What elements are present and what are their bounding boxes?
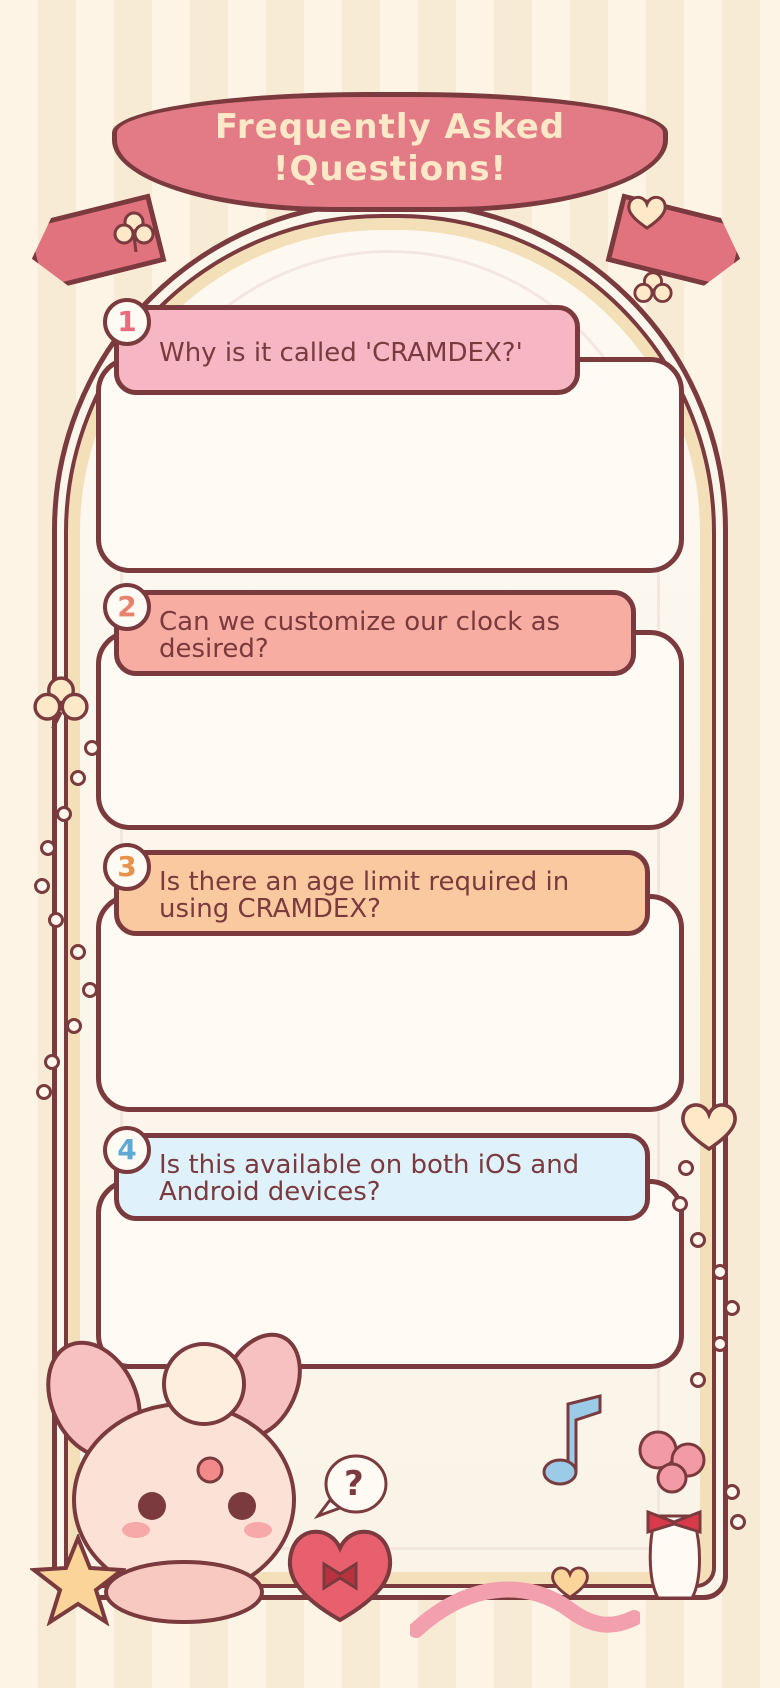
- faq-item-3[interactable]: 3 Is there an age limit required in usin…: [96, 843, 684, 1112]
- bead: [84, 740, 100, 756]
- faq-number-1: 1: [103, 298, 151, 346]
- bead: [690, 1232, 706, 1248]
- faq-question-text: Why is it called 'CRAMDEX?': [159, 338, 523, 368]
- faq-item-2[interactable]: 2 Can we customize our clock as desired?: [96, 583, 684, 830]
- bead: [730, 1514, 746, 1530]
- bead: [48, 912, 64, 928]
- faq-question-1[interactable]: 1 Why is it called 'CRAMDEX?': [103, 298, 580, 395]
- bead: [34, 878, 50, 894]
- faq-item-1[interactable]: 1 Why is it called 'CRAMDEX?': [96, 298, 684, 573]
- bead: [712, 1264, 728, 1280]
- faq-question-2[interactable]: 2 Can we customize our clock as desired?: [103, 583, 636, 676]
- faq-question-text: Is there an age limit required in using …: [159, 867, 570, 924]
- faq-question-text: Can we customize our clock as desired?: [159, 607, 561, 664]
- bead: [36, 1084, 52, 1100]
- bead: [678, 1160, 694, 1176]
- faq-number-2: 2: [103, 583, 151, 631]
- banner-title-line1: Frequently Asked: [214, 107, 566, 147]
- faq-number-4: 4: [103, 1126, 151, 1174]
- heart-box-icon: [287, 1529, 393, 1623]
- bead: [672, 1196, 688, 1212]
- faq-question-text: Is this available on both iOS and Androi…: [159, 1150, 580, 1207]
- title-banner: Frequently Asked !Questions!: [112, 92, 668, 212]
- heart-icon: [551, 1566, 589, 1600]
- question-mark: ?: [344, 1464, 364, 1504]
- bead: [724, 1300, 740, 1316]
- bead: [690, 1372, 706, 1388]
- faq-question-3[interactable]: 3 Is there an age limit required in usin…: [103, 843, 650, 936]
- faq-screen: Frequently Asked !Questions! 1 Why is it…: [0, 0, 780, 1688]
- bead: [712, 1336, 728, 1352]
- heart-icon: [681, 1103, 737, 1152]
- clover-icon: [33, 676, 89, 730]
- heart-icon: [627, 195, 667, 230]
- star-icon: [30, 1534, 126, 1626]
- bead: [70, 944, 86, 960]
- bead: [66, 1018, 82, 1034]
- faq-question-4[interactable]: 4 Is this available on both iOS and Andr…: [103, 1126, 650, 1221]
- bead: [56, 806, 72, 822]
- clover-icon: [113, 211, 155, 253]
- bead: [82, 982, 98, 998]
- bead: [70, 770, 86, 786]
- music-note-icon: [542, 1394, 602, 1486]
- ribbon-icon: [410, 1581, 640, 1638]
- faq-number-3: 3: [103, 843, 151, 891]
- bead: [44, 1054, 60, 1070]
- banner-title-line2: !Questions!: [272, 149, 508, 189]
- bead: [40, 840, 56, 856]
